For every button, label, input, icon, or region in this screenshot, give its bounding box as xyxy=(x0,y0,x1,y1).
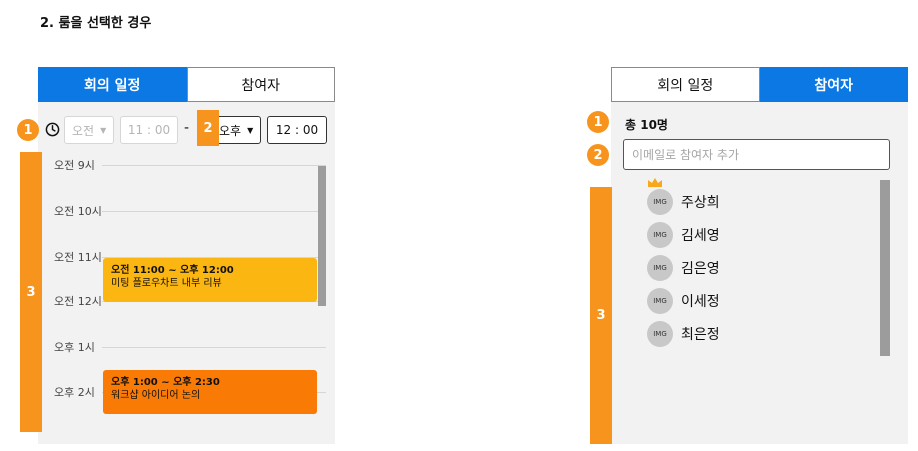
event-card[interactable]: 오후 1:00 ~ 오후 2:30 워크샵 아이디어 논의 xyxy=(103,370,317,414)
event-title: 미팅 플로우차트 내부 리뷰 xyxy=(111,278,222,289)
avatar: IMG xyxy=(647,321,673,347)
participant-name: 최은정 xyxy=(681,327,720,343)
hour-row: 오후 1시 xyxy=(54,339,326,355)
event-card[interactable]: 오전 11:00 ~ 오후 12:00 미팅 플로우차트 내부 리뷰 xyxy=(103,258,317,302)
tab-schedule[interactable]: 회의 일정 xyxy=(38,67,187,102)
participant-scrollbar[interactable] xyxy=(880,180,890,356)
avatar: IMG xyxy=(647,189,673,215)
hour-label: 오후 1시 xyxy=(54,341,95,354)
participant-count: 총 10명 xyxy=(625,118,668,132)
hour-label: 오전 12시 xyxy=(54,295,102,308)
end-period-value: 오후 xyxy=(219,123,242,138)
time-separator: - xyxy=(184,120,190,136)
hour-divider xyxy=(102,347,326,348)
event-time: 오전 11:00 ~ 오후 12:00 xyxy=(111,265,234,276)
annotation-badge-2: 2 xyxy=(197,110,219,146)
annotation-badge-1: 1 xyxy=(17,119,39,141)
schedule-timeline[interactable]: 오전 9시 오전 10시 오전 11시 오전 12시 오후 1시 오후 2시 오… xyxy=(38,154,335,444)
hour-label: 오전 10시 xyxy=(54,205,102,218)
annotation-badge-2: 2 xyxy=(587,144,609,166)
hour-row: 오전 9시 xyxy=(54,157,326,173)
hour-label: 오전 11시 xyxy=(54,251,102,264)
participant-name: 김은영 xyxy=(681,261,720,277)
avatar: IMG xyxy=(647,255,673,281)
avatar: IMG xyxy=(647,222,673,248)
start-time-input[interactable]: 11 : 00 xyxy=(120,116,178,144)
end-time-input[interactable]: 12 : 00 xyxy=(267,116,327,144)
page-heading: 2. 룸을 선택한 경우 xyxy=(40,16,152,31)
email-input[interactable] xyxy=(623,139,890,170)
avatar: IMG xyxy=(647,288,673,314)
timeline-scrollbar[interactable] xyxy=(318,166,326,306)
caret-down-icon: ▼ xyxy=(100,125,107,135)
participants-panel: 회의 일정 참여자 총 10명 IMG 주상희 IMG 김세영 IMG 김은영 … xyxy=(611,67,908,444)
participant-item[interactable]: IMG 주상희 xyxy=(647,178,720,215)
event-title: 워크샵 아이디어 논의 xyxy=(111,390,201,401)
annotation-bar-3: 3 xyxy=(20,152,42,432)
tab-participants[interactable]: 참여자 xyxy=(186,67,335,102)
event-time: 오후 1:00 ~ 오후 2:30 xyxy=(111,377,220,388)
participant-name: 주상희 xyxy=(681,195,720,211)
start-period-value: 오전 xyxy=(72,123,95,138)
tab-bar: 회의 일정 참여자 xyxy=(611,67,908,102)
tab-schedule[interactable]: 회의 일정 xyxy=(611,67,760,102)
participant-name: 이세정 xyxy=(681,294,720,310)
hour-divider xyxy=(102,165,326,166)
participant-name: 김세영 xyxy=(681,228,720,244)
tab-participants[interactable]: 참여자 xyxy=(759,67,908,102)
participant-item[interactable]: IMG 김은영 xyxy=(647,255,720,281)
hour-row: 오전 10시 xyxy=(54,203,326,219)
participant-item[interactable]: IMG 이세정 xyxy=(647,288,720,314)
schedule-panel: 회의 일정 참여자 오전 ▼ 11 : 00 - 오후 ▼ 12 : 00 오전… xyxy=(38,67,335,444)
hour-label: 오후 2시 xyxy=(54,386,95,399)
start-period-select[interactable]: 오전 ▼ xyxy=(64,116,114,144)
hour-divider xyxy=(102,211,326,212)
hour-label: 오전 9시 xyxy=(54,159,95,172)
participant-item[interactable]: IMG 최은정 xyxy=(647,321,720,347)
clock-icon xyxy=(45,122,60,137)
participant-item[interactable]: IMG 김세영 xyxy=(647,222,720,248)
annotation-bar-3: 3 xyxy=(590,187,612,444)
tab-bar: 회의 일정 참여자 xyxy=(38,67,335,102)
annotation-badge-1: 1 xyxy=(587,111,609,133)
caret-down-icon: ▼ xyxy=(247,125,254,135)
time-range-row: 오전 ▼ 11 : 00 - 오후 ▼ 12 : 00 xyxy=(38,115,335,145)
crown-icon xyxy=(648,178,662,187)
